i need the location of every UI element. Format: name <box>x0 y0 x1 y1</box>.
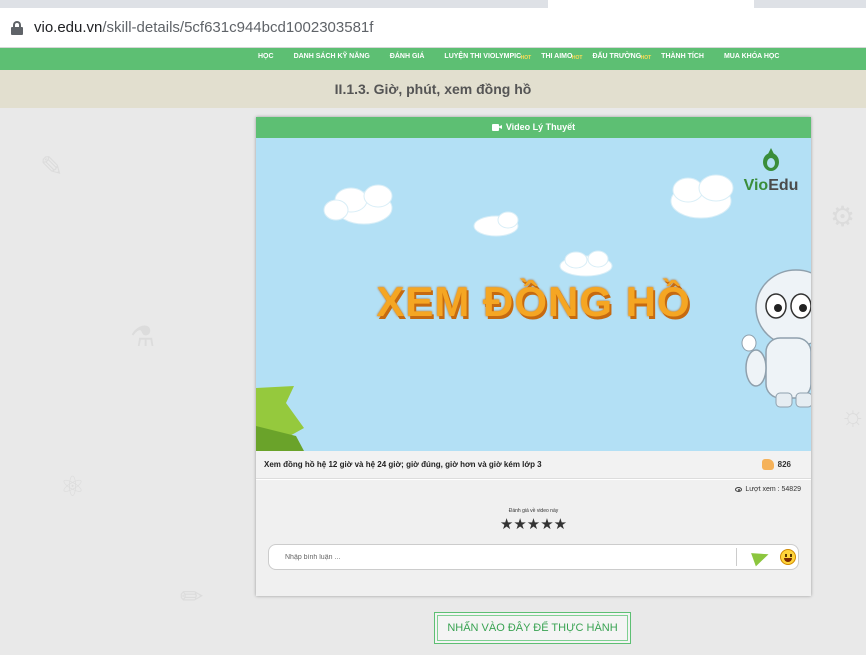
card-header: Video Lý Thuyết <box>256 117 811 138</box>
card-header-label: Video Lý Thuyết <box>505 122 576 132</box>
main-nav: Học Danh sách kỹ năng Đánh giá Luyện thi Vi… <box>0 48 866 70</box>
thumbs-up-icon[interactable] <box>761 459 774 470</box>
nav-item[interactable]: Luyện thi Violympic HOT <box>434 48 531 70</box>
nav-item[interactable]: Thành tích <box>651 48 714 70</box>
comment-divider <box>736 548 737 566</box>
nav-item[interactable]: Học <box>248 48 284 70</box>
feedback-section: Lượt xem : 54829 Đánh giá về video này ★… <box>256 480 811 596</box>
star-rating[interactable]: ★★★★★ <box>256 515 811 533</box>
send-icon[interactable] <box>751 547 771 567</box>
video-title: XEM ĐỒNG HỒ <box>376 278 691 325</box>
rating-label: Đánh giá về video này <box>508 508 559 514</box>
background-doodle: ✏ <box>180 581 204 612</box>
logo-edu: Edu <box>768 177 799 194</box>
url-text[interactable]: vio.edu.vn/skill-details/5cf631c944bcd10… <box>34 19 373 36</box>
nav-item-label: Học <box>258 53 274 60</box>
like-counter[interactable]: 826 <box>761 459 791 470</box>
background-doodle: ✎ <box>40 151 64 182</box>
view-count: Lượt xem : 54829 <box>745 486 801 493</box>
background-doodle: ⚗ <box>130 321 156 352</box>
video-player[interactable]: XEM ĐỒNG HỒ VioEdu <box>256 138 811 451</box>
video-info-row: Xem đồng hồ hệ 12 giờ và hệ 24 giờ; giờ … <box>256 451 811 479</box>
nav-item-label: Luyện thi Violympic <box>444 53 522 60</box>
video-card: Video Lý Thuyết XEM ĐỒNG HỒ VioEdu Xem đ… <box>256 117 811 596</box>
vioedu-logo: VioEdu <box>741 146 801 195</box>
eye-icon <box>735 487 743 492</box>
nav-item[interactable]: Đấu trường HOT <box>582 48 651 70</box>
background-doodle: ⚛ <box>60 471 86 502</box>
comment-box <box>268 544 799 570</box>
view-counter: Lượt xem : 54829 <box>735 486 801 493</box>
like-count: 826 <box>777 460 791 469</box>
nav-item-label: Thi AIMO <box>541 53 573 60</box>
video-caption: Xem đồng hồ hệ 12 giờ và hệ 24 giờ; giờ … <box>264 460 542 469</box>
browser-tab-strip <box>0 0 866 8</box>
practice-button[interactable]: NHẤN VÀO ĐÂY ĐỂ THỰC HÀNH <box>434 612 631 644</box>
hot-badge: HOT <box>520 55 532 61</box>
background-doodle: ☼ <box>840 400 866 431</box>
nav-item[interactable]: Đánh giá <box>380 48 435 70</box>
url-path: /skill-details/5cf631c944bcd1002303581f <box>102 19 374 36</box>
nav-items: Học Danh sách kỹ năng Đánh giá Luyện thi Vi… <box>248 48 789 70</box>
nav-item[interactable]: Danh sách kỹ năng <box>284 48 380 70</box>
nav-item-label: Đánh giá <box>389 53 425 60</box>
hot-badge: HOT <box>571 55 583 61</box>
url-host: vio.edu.vn <box>34 19 103 36</box>
address-bar[interactable]: vio.edu.vn/skill-details/5cf631c944bcd10… <box>0 8 866 48</box>
nav-item[interactable]: Thi AIMO HOT <box>531 48 582 70</box>
nav-item-label: Đấu trường <box>592 53 642 60</box>
leaf-logo-icon <box>763 148 779 171</box>
page-title: II.1.3. Giờ, phút, xem đồng hồ <box>334 81 532 97</box>
emoji-icon[interactable] <box>780 549 796 565</box>
browser-active-tab[interactable] <box>548 0 754 8</box>
comment-input[interactable] <box>285 547 735 567</box>
hot-badge: HOT <box>640 55 652 61</box>
logo-vio: Vio <box>743 177 769 194</box>
background-doodle: ⚙ <box>830 201 856 232</box>
nav-item-label: Thành tích <box>661 53 704 60</box>
nav-item-label: Mua khóa học <box>723 53 780 60</box>
title-strip: II.1.3. Giờ, phút, xem đồng hồ <box>0 70 866 108</box>
nav-item-label: Danh sách kỹ năng <box>293 53 370 60</box>
lock-icon[interactable] <box>11 21 23 35</box>
video-camera-icon <box>491 124 502 132</box>
nav-item[interactable]: Mua khóa học <box>714 48 789 70</box>
